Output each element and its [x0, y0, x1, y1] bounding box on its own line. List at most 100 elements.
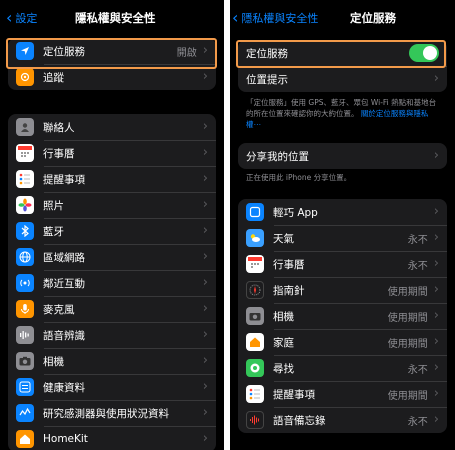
apps-group: 輕巧 App › 天氣 永不 › 行事曆 永不 › 指南針 使用期間 › 相機 … — [238, 199, 447, 433]
reminders-row[interactable]: 提醒事項 › — [8, 166, 216, 192]
nearby-interactions-row[interactable]: 鄰近互動 › — [8, 270, 216, 296]
chevron-left-icon: ‹ — [232, 8, 239, 27]
app-row[interactable]: 提醒事項 使用期間 › — [238, 381, 447, 407]
chevron-right-icon: › — [202, 171, 208, 186]
app-value: 永不 — [407, 364, 428, 376]
back-label: 設定 — [15, 12, 38, 25]
app-value: 使用期間 — [387, 338, 428, 350]
app-label: 提醒事項 — [273, 388, 315, 401]
local-network-icon — [16, 248, 34, 266]
nearby-interactions-label: 鄰近互動 — [43, 277, 85, 290]
local-network-row[interactable]: 區域網路 › — [8, 244, 216, 270]
chevron-left-icon: ‹ — [6, 8, 13, 27]
chevron-right-icon: › — [433, 334, 439, 349]
nearby-interactions-icon — [16, 274, 34, 292]
health-row[interactable]: 健康資料 › — [8, 374, 216, 400]
share-location-group: 分享我的位置 › — [238, 143, 447, 169]
app-row[interactable]: 相機 使用期間 › — [238, 303, 447, 329]
calendar-icon — [246, 255, 264, 273]
speech-recognition-icon — [16, 326, 34, 344]
app-row[interactable]: 天氣 永不 › — [238, 225, 447, 251]
chevron-right-icon: › — [433, 230, 439, 245]
homekit-row[interactable]: HomeKit › — [8, 426, 216, 450]
app-label: 指南針 — [273, 284, 305, 297]
home-icon — [246, 333, 264, 351]
chevron-right-icon: › — [202, 223, 208, 238]
nav-bar: ‹ 設定 隱私權與安全性 — [0, 0, 224, 34]
contacts-icon — [16, 118, 34, 136]
health-label: 健康資料 — [43, 381, 85, 394]
app-value: 使用期間 — [387, 312, 428, 324]
camera-row[interactable]: 相機 › — [8, 348, 216, 374]
location-services-footnote: 「定位服務」使用 GPS、藍牙、眾包 Wi-Fi 熱點和基地台的所在位置來確認你… — [246, 97, 443, 130]
voice-memos-icon — [246, 411, 264, 429]
chevron-right-icon: › — [433, 412, 439, 427]
contacts-row[interactable]: 聯絡人 › — [8, 114, 216, 140]
location-alerts-row[interactable]: 位置提示 › — [238, 66, 447, 92]
research-sensor-icon — [16, 404, 34, 422]
chevron-right-icon: › — [202, 405, 208, 420]
tracking-label: 追蹤 — [43, 71, 64, 84]
location-services-highlight — [6, 38, 217, 69]
app-label: 尋找 — [273, 362, 294, 375]
homekit-icon — [16, 430, 34, 448]
app-row[interactable]: 指南針 使用期間 › — [238, 277, 447, 303]
chevron-right-icon: › — [202, 379, 208, 394]
bluetooth-icon — [16, 222, 34, 240]
tracking-icon — [16, 68, 34, 86]
photos-row[interactable]: 照片 › — [8, 192, 216, 218]
chevron-right-icon: › — [202, 327, 208, 342]
weather-icon — [246, 229, 264, 247]
location-services-screen: ‹ 隱私權與安全性 定位服務 定位服務 位置提示 › 「定位服務」使用 GPS、… — [230, 0, 455, 450]
app-value: 永不 — [407, 260, 428, 272]
app-label: 天氣 — [273, 232, 294, 245]
app-row[interactable]: 行事曆 永不 › — [238, 251, 447, 277]
health-icon — [16, 378, 34, 396]
app-row[interactable]: 家庭 使用期間 › — [238, 329, 447, 355]
app-label: 語音備忘錄 — [273, 414, 326, 427]
reminders-icon — [16, 170, 34, 188]
back-button[interactable]: ‹ 隱私權與安全性 — [232, 10, 318, 26]
photos-label: 照片 — [43, 199, 64, 212]
chevron-right-icon: › — [202, 197, 208, 212]
app-value: 使用期間 — [387, 286, 428, 298]
chevron-right-icon: › — [433, 71, 439, 86]
contacts-label: 聯絡人 — [43, 121, 75, 134]
chevron-right-icon: › — [202, 69, 208, 84]
camera-icon — [16, 352, 34, 370]
chevron-right-icon: › — [433, 282, 439, 297]
chevron-right-icon: › — [433, 256, 439, 271]
calendar-icon — [16, 144, 34, 162]
calendar-row[interactable]: 行事曆 › — [8, 140, 216, 166]
microphone-icon — [16, 300, 34, 318]
chevron-right-icon: › — [433, 386, 439, 401]
compass-icon — [246, 281, 264, 299]
microphone-row[interactable]: 麥克風 › — [8, 296, 216, 322]
chevron-right-icon: › — [202, 353, 208, 368]
app-value: 永不 — [407, 416, 428, 428]
back-label: 隱私權與安全性 — [241, 12, 319, 25]
research-sensor-label: 研究感測器與使用狀況資料 — [43, 407, 169, 420]
research-sensor-row[interactable]: 研究感測器與使用狀況資料 › — [8, 400, 216, 426]
photos-icon — [16, 196, 34, 214]
app-value: 使用期間 — [387, 390, 428, 402]
speech-recognition-row[interactable]: 語音辨識 › — [8, 322, 216, 348]
reminders-icon — [246, 385, 264, 403]
share-my-location-row[interactable]: 分享我的位置 › — [238, 143, 447, 169]
bluetooth-row[interactable]: 藍牙 › — [8, 218, 216, 244]
app-label: 輕巧 App — [273, 206, 318, 219]
app-row[interactable]: 輕巧 App › — [238, 199, 447, 225]
app-row[interactable]: 尋找 永不 › — [238, 355, 447, 381]
chevron-right-icon: › — [433, 148, 439, 163]
calendar-label: 行事曆 — [43, 147, 75, 160]
share-my-location-label: 分享我的位置 — [246, 150, 309, 163]
app-row[interactable]: 語音備忘錄 永不 › — [238, 407, 447, 433]
page-title: 隱私權與安全性 — [75, 11, 156, 25]
back-button[interactable]: ‹ 設定 — [6, 10, 37, 26]
privacy-security-screen: ‹ 設定 隱私權與安全性 定位服務 開啟 › 追蹤 › 聯絡人 › 行事曆 › … — [0, 0, 224, 450]
app-label: 相機 — [273, 310, 294, 323]
camera-icon — [246, 307, 264, 325]
app-label: 家庭 — [273, 336, 294, 349]
chevron-right-icon: › — [433, 308, 439, 323]
camera-label: 相機 — [43, 355, 64, 368]
